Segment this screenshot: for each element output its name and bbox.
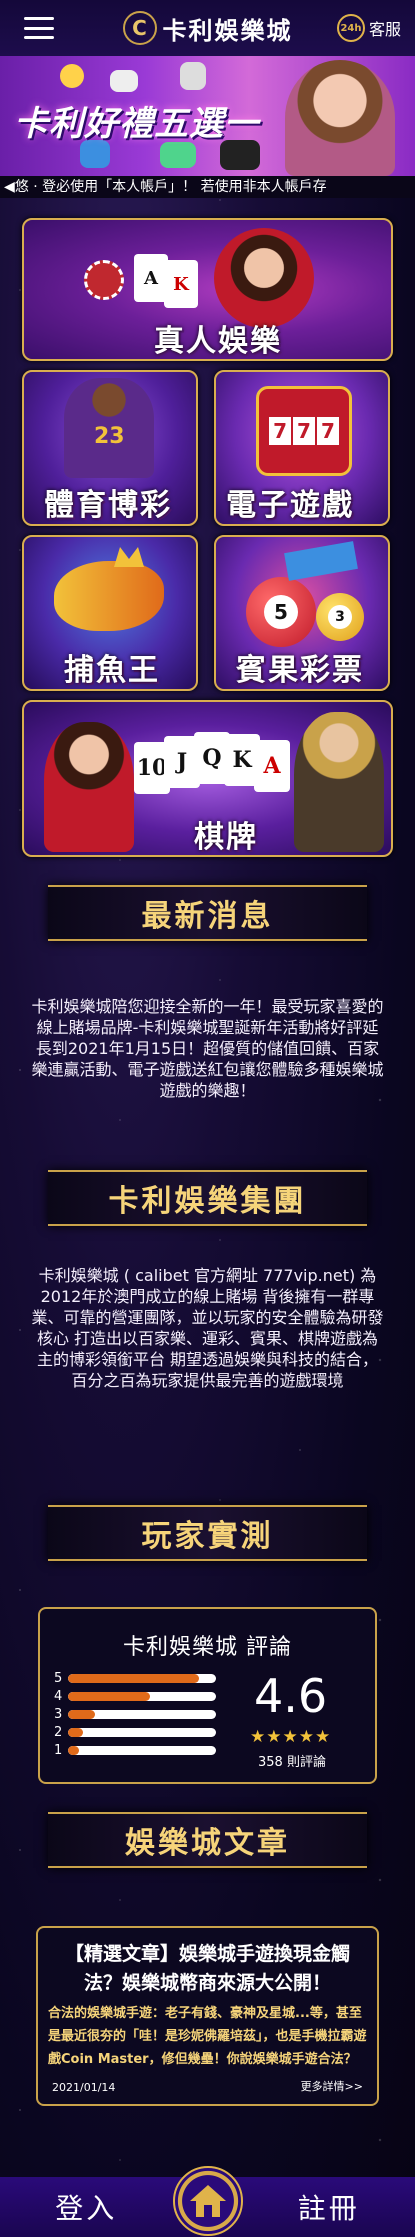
- rating-bar-fill: [68, 1674, 199, 1683]
- headset-icon: 24h: [336, 14, 365, 42]
- news-paragraph: 卡利娛樂城陪您迎接全新的一年！最受玩家喜愛的線上賭場品牌-卡利娛樂城聖誕新年活動…: [31, 997, 384, 1100]
- customer-service-label: 客服: [368, 20, 401, 39]
- review-title: 卡利娛樂城 評論: [123, 1635, 292, 1660]
- customer-service-button[interactable]: 24h 客服: [336, 14, 401, 42]
- section-heading-articles: 娛樂城文章: [48, 1812, 367, 1868]
- game-label-sports: 體育博彩: [44, 488, 172, 523]
- dice-icon: [180, 62, 206, 90]
- dealer-image: [214, 228, 314, 328]
- rating-bar-fill: [68, 1692, 150, 1701]
- logo-mark: C: [122, 11, 157, 45]
- banner-title: 卡利好禮五選一: [14, 104, 259, 144]
- slot-machine-icon: 7 7 7: [256, 386, 352, 476]
- rating-bar-fill: [68, 1710, 95, 1719]
- rating-bar-track: [68, 1746, 217, 1755]
- gentleman-image: [294, 712, 384, 852]
- casino-chip-icon: [84, 260, 124, 300]
- game-label-slots: 電子遊戲: [226, 488, 354, 523]
- rating-bar-track: [68, 1692, 217, 1701]
- article-excerpt: 合法的娛樂城手遊：老子有錢、豪神及星城...等，甚至是最近很夯的「哇！是珍妮佛羅…: [48, 2006, 367, 2067]
- rating-bar-label: 2: [54, 1725, 63, 1740]
- jersey-number: 23: [94, 424, 125, 449]
- login-button[interactable]: 登入: [0, 2187, 173, 2227]
- playing-card-icon: K: [164, 260, 198, 308]
- section-heading-group: 卡利娛樂集團: [48, 1170, 367, 1226]
- rating-bar-fill: [68, 1746, 79, 1755]
- article-title[interactable]: 【精選文章】娛樂城手遊換現金觸法？娛樂城幣商來源大公開！: [48, 1940, 367, 1998]
- lottery-ball-icon: 5: [246, 577, 316, 647]
- rating-bar-track: [68, 1710, 217, 1719]
- game-tile-sports[interactable]: 23 體育博彩: [22, 370, 198, 526]
- gift-icon: [110, 70, 138, 92]
- rating-bar-row: 5: [54, 1671, 217, 1686]
- bottom-nav: 登入 註冊: [0, 2166, 415, 2237]
- game-tile-slots[interactable]: 7 7 7 電子遊戲: [214, 370, 390, 526]
- rating-bar-label: 4: [54, 1689, 63, 1704]
- game-label-lottery: 賓果彩票: [236, 653, 364, 688]
- game-tile-fishing[interactable]: 捕魚王: [22, 535, 198, 691]
- rating-bar-fill: [68, 1728, 84, 1737]
- review-count: 358 則評論: [258, 1755, 326, 1770]
- rating-bar-label: 1: [54, 1743, 63, 1758]
- logo-text: 卡利娛樂城: [162, 16, 293, 45]
- review-panel: 卡利娛樂城 評論 5 4 3 2 1 4.6 ★★★★★ 358 則評論: [38, 1607, 377, 1784]
- game-tile-board-games[interactable]: 10 J Q K A 棋牌: [22, 700, 393, 857]
- hostess-image: [44, 722, 134, 852]
- game-label-live: 真人娛樂: [154, 324, 282, 359]
- section-heading-reviews: 玩家實測: [48, 1505, 367, 1561]
- rating-bar-row: 1: [54, 1743, 217, 1758]
- rating-bar-row: 4: [54, 1689, 217, 1704]
- lottery-ball-icon: 3: [316, 593, 364, 641]
- game-tile-live-casino[interactable]: A K 真人娛樂: [22, 218, 393, 361]
- game-tile-lottery[interactable]: 5 3 賓果彩票: [214, 535, 390, 691]
- game-label-fishing: 捕魚王: [64, 653, 160, 688]
- group-paragraph: 卡利娛樂城 ( calibet 官方網址 777vip.net) 為2012年於…: [31, 1266, 384, 1390]
- rating-bar-track: [68, 1728, 217, 1737]
- appliance-icon: [160, 142, 196, 168]
- register-button[interactable]: 註冊: [243, 2187, 415, 2227]
- article-date: 2021/01/14: [52, 2081, 116, 2094]
- menu-icon[interactable]: [24, 17, 54, 39]
- rating-bar-row: 2: [54, 1725, 217, 1740]
- rating-bar-label: 3: [54, 1707, 63, 1722]
- rating-bar-row: 3: [54, 1707, 217, 1722]
- read-more-link[interactable]: 更多詳情>>: [301, 2078, 363, 2094]
- site-logo[interactable]: C 卡利娛樂城: [122, 11, 293, 46]
- star-rating-icon: ★★★★★: [250, 1727, 332, 1747]
- playing-card-icon: A: [254, 740, 290, 792]
- top-header: C 卡利娛樂城 24h 客服: [0, 0, 415, 56]
- crown-icon: [114, 547, 144, 567]
- home-icon: [189, 2185, 226, 2217]
- playing-card-icon: A: [134, 254, 168, 302]
- promo-banner[interactable]: 卡利好禮五選一: [0, 56, 415, 176]
- announcement-marquee[interactable]: ◀悠 · 登必使用「本人帳戶」！ 若使用非本人帳戶存: [0, 176, 415, 198]
- rating-bar-label: 5: [54, 1671, 63, 1686]
- rating-bar-track: [68, 1674, 217, 1683]
- banner-model-image: [285, 60, 395, 176]
- article-card[interactable]: 【精選文章】娛樂城手遊換現金觸法？娛樂城幣商來源大公開！ 合法的娛樂城手遊：老子…: [36, 1926, 379, 2106]
- coin-icon: [60, 64, 84, 88]
- lottery-ticket-icon: [284, 541, 358, 581]
- golden-fish-icon: [54, 561, 164, 631]
- game-label-board-games: 棋牌: [194, 820, 258, 855]
- average-score: 4.6: [254, 1669, 328, 1723]
- section-heading-news: 最新消息: [48, 885, 367, 941]
- home-button[interactable]: [172, 2166, 243, 2236]
